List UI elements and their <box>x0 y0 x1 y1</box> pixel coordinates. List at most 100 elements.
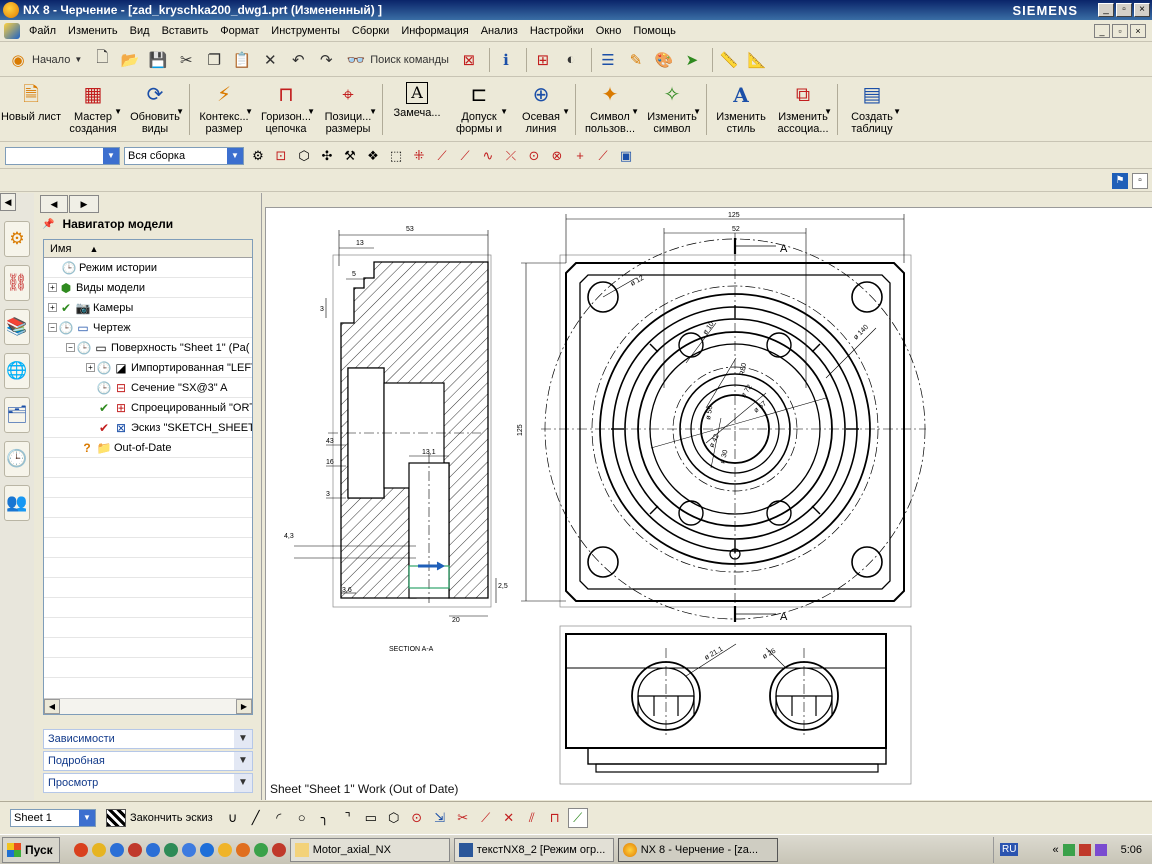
quicklaunch-icon[interactable] <box>217 842 232 857</box>
tray-icon[interactable] <box>1078 843 1091 856</box>
chevron-down-icon[interactable]: ▼ <box>114 106 122 118</box>
taskbar-item-word[interactable]: текстNX8_2 [Режим огр... <box>453 837 614 862</box>
menu-preferences[interactable]: Настройки <box>524 25 590 37</box>
quicklaunch-icon[interactable] <box>271 842 286 857</box>
context-dimension-button[interactable]: ⚡ Контекс... размер ▼ <box>193 78 255 141</box>
corner-button[interactable]: ✕ <box>499 808 519 828</box>
chevron-down-icon[interactable]: ▼ <box>500 106 508 118</box>
constraint-navigator-tab[interactable]: ⛓ <box>4 265 30 301</box>
chevron-down-icon[interactable]: ▼ <box>234 752 252 770</box>
offset-button[interactable]: ⇲ <box>430 808 450 828</box>
trim-button[interactable]: ✂ <box>453 808 473 828</box>
collapse-toggle[interactable]: − <box>48 323 57 332</box>
circle-button[interactable]: ○ <box>292 808 312 828</box>
nx-app-icon[interactable] <box>3 2 19 18</box>
snap-endpoint-button[interactable]: ⟋ <box>432 146 452 166</box>
chevron-down-icon[interactable]: ▼ <box>234 730 252 748</box>
menu-assemblies[interactable]: Сборки <box>346 25 395 37</box>
menu-information[interactable]: Информация <box>395 25 474 37</box>
history-tab[interactable]: 🕒 <box>4 441 30 477</box>
expand-toggle[interactable]: + <box>48 303 57 312</box>
tree-node-sheet-1[interactable]: − 🕒 ▭ Поверхность "Sheet 1" (Pa( <box>44 338 252 358</box>
info-button[interactable]: ℹ <box>494 47 518 73</box>
panel-splitter[interactable] <box>43 717 253 723</box>
sheet-icon[interactable]: ▫ <box>1132 173 1148 189</box>
chamfer-button[interactable]: ⌝ <box>338 808 358 828</box>
select-intent-button[interactable]: ⊡ <box>271 146 291 166</box>
edit-style-button[interactable]: A Изменить стиль <box>710 78 772 141</box>
horizontal-chain-button[interactable]: ⊓ Горизон... цепочка ▼ <box>255 78 317 141</box>
measure-angle-button[interactable]: 📐 <box>745 47 769 73</box>
arc-button[interactable]: ◜ <box>269 808 289 828</box>
positioning-dimensions-button[interactable]: ⌖ Позици... размеры ▼ <box>317 78 379 141</box>
update-views-button[interactable]: ⟳ Обновить виды ▼ <box>124 78 186 141</box>
close-button[interactable]: × <box>1134 3 1150 17</box>
quicklaunch-icon[interactable] <box>73 842 88 857</box>
create-table-button[interactable]: ▤ Создать таблицу ▼ <box>841 78 903 141</box>
chevron-down-icon[interactable]: ▼ <box>631 106 639 118</box>
drawing-canvas[interactable]: 53 13 5 3 43 16 3 4,3 13,1 3,6 20 2,5 SE… <box>265 207 1152 800</box>
collapse-toggle[interactable]: − <box>66 343 75 352</box>
tree-node-drawing[interactable]: − 🕒 ▭ Чертеж <box>44 318 252 338</box>
quicklaunch-icon[interactable] <box>163 842 178 857</box>
start-button[interactable]: Пуск <box>2 836 60 863</box>
menu-help[interactable]: Помощь <box>627 25 682 37</box>
tree-node-imported-view[interactable]: + 🕒 ◪ Импортированная "LEFT <box>44 358 252 378</box>
quicklaunch-icon[interactable] <box>181 842 196 857</box>
rectangle-select-button[interactable]: ⬚ <box>386 146 406 166</box>
tray-icon[interactable] <box>1062 843 1075 856</box>
sketch-settings-button[interactable]: ⟋ <box>567 807 588 828</box>
snap-box-button[interactable]: ▣ <box>616 146 636 166</box>
taskbar-item-motor-axial[interactable]: Motor_axial_NX <box>289 837 450 862</box>
menu-format[interactable]: Формат <box>214 25 265 37</box>
copy-button[interactable]: ❐ <box>202 47 226 73</box>
tree-node-cameras[interactable]: + ✔ 📷 Камеры <box>44 298 252 318</box>
column-header-name[interactable]: Имя ▲ <box>44 240 252 258</box>
chevron-down-icon[interactable]: ▼ <box>369 106 377 118</box>
view-wizard-button[interactable]: ▦ Мастер создания ▼ <box>62 78 124 141</box>
dimension-constraint-button[interactable]: ⊓ <box>545 808 565 828</box>
measure-distance-button[interactable]: 📏 <box>717 47 741 73</box>
finish-sketch-button[interactable]: Закончить эскиз <box>106 808 213 827</box>
menu-analysis[interactable]: Анализ <box>475 25 524 37</box>
front-view[interactable] <box>521 214 926 622</box>
menu-tools[interactable]: Инструменты <box>265 25 346 37</box>
extend-button[interactable]: ⟋ <box>476 808 496 828</box>
profile-button[interactable]: ∪ <box>223 808 243 828</box>
tree-node-sketch[interactable]: ✔ ⊠ Эскиз "SKETCH_SHEET : <box>44 418 252 438</box>
undo-button[interactable]: ↶ <box>286 47 310 73</box>
command-search-button[interactable]: 👓 Поиск команды <box>342 47 453 73</box>
tray-icon[interactable] <box>1094 843 1107 856</box>
line-button[interactable]: ╱ <box>246 808 266 828</box>
chevron-down-icon[interactable]: ▼ <box>176 106 184 118</box>
point-button[interactable]: ⊙ <box>407 808 427 828</box>
snap-quadrant-button[interactable]: ⊗ <box>547 146 567 166</box>
details-panel[interactable]: Подробная ▼ <box>43 751 253 771</box>
tree-node-history-mode[interactable]: 🕒 Режим истории <box>44 258 252 278</box>
fillet-button[interactable]: ╮ <box>315 808 335 828</box>
form-tolerance-button[interactable]: ⊏ Допуск формы и ▼ <box>448 78 510 141</box>
maximize-button[interactable]: ▫ <box>1116 3 1132 17</box>
dependencies-panel[interactable]: Зависимости ▼ <box>43 729 253 749</box>
start-menu-button[interactable]: ◉ Начало ▼ <box>4 47 86 73</box>
edit-object-display-button[interactable]: ✎ <box>624 47 648 73</box>
chevron-down-icon[interactable]: ▼ <box>245 106 253 118</box>
palette-button[interactable]: 🎨 <box>652 47 676 73</box>
expand-toggle[interactable]: + <box>48 283 57 292</box>
reuse-library-tab[interactable]: 🗂 <box>4 397 30 433</box>
save-button[interactable]: 💾 <box>146 47 170 73</box>
chevron-down-icon[interactable]: ▼ <box>693 106 701 118</box>
select-component-button[interactable]: ❖ <box>363 146 383 166</box>
section-view-a-a[interactable] <box>294 230 497 617</box>
zoom-fit-button[interactable]: ⊞ <box>531 47 555 73</box>
sheet-dropdown[interactable]: Sheet 1 ▼ <box>10 808 96 827</box>
display-mode-button[interactable]: ◐ <box>559 47 583 73</box>
centerline-button[interactable]: ⊕ Осевая линия ▼ <box>510 78 572 141</box>
taskbar-item-nx[interactable]: NX 8 - Черчение - [za... <box>617 837 778 862</box>
polygon-button[interactable]: ⬡ <box>384 808 404 828</box>
menu-edit[interactable]: Изменить <box>62 25 124 37</box>
expand-toggle[interactable]: + <box>86 363 95 372</box>
note-button[interactable]: A Замеча... <box>386 78 448 141</box>
delete-button[interactable]: ✕ <box>258 47 282 73</box>
tree-node-projected-view[interactable]: ✔ ⊞ Спроецированный "ORT <box>44 398 252 418</box>
